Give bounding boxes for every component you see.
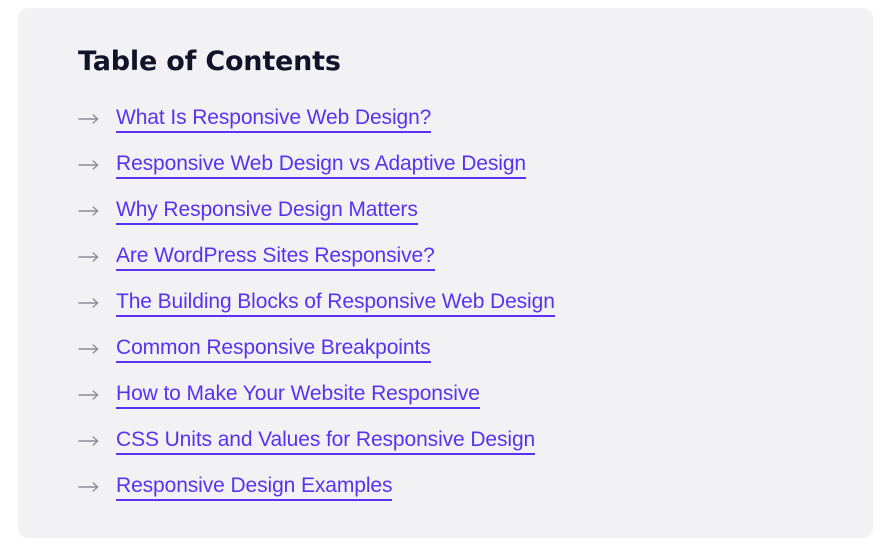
arrow-right-icon <box>78 205 116 217</box>
page-title: Table of Contents <box>78 46 341 77</box>
toc-link-what-is-responsive-web-design[interactable]: What Is Responsive Web Design? <box>116 106 431 133</box>
arrow-right-icon <box>78 113 116 125</box>
arrow-right-icon <box>78 389 116 401</box>
toc-link-css-units-and-values-for-responsive-design[interactable]: CSS Units and Values for Responsive Desi… <box>116 428 535 455</box>
toc-link-responsive-design-examples[interactable]: Responsive Design Examples <box>116 474 392 501</box>
table-of-contents-list: What Is Responsive Web Design? Responsiv… <box>78 96 833 510</box>
list-item: What Is Responsive Web Design? <box>78 96 833 142</box>
toc-link-are-wordpress-sites-responsive[interactable]: Are WordPress Sites Responsive? <box>116 244 435 271</box>
table-of-contents-card: Table of Contents What Is Responsive Web… <box>18 8 873 538</box>
page-root: Table of Contents What Is Responsive Web… <box>0 0 892 555</box>
toc-link-common-responsive-breakpoints[interactable]: Common Responsive Breakpoints <box>116 336 431 363</box>
arrow-right-icon <box>78 435 116 447</box>
arrow-right-icon <box>78 343 116 355</box>
list-item: Why Responsive Design Matters <box>78 188 833 234</box>
arrow-right-icon <box>78 159 116 171</box>
toc-link-the-building-blocks-of-responsive-web-design[interactable]: The Building Blocks of Responsive Web De… <box>116 290 555 317</box>
toc-link-responsive-web-design-vs-adaptive-design[interactable]: Responsive Web Design vs Adaptive Design <box>116 152 526 179</box>
arrow-right-icon <box>78 251 116 263</box>
list-item: Responsive Design Examples <box>78 464 833 510</box>
arrow-right-icon <box>78 481 116 493</box>
toc-link-how-to-make-your-website-responsive[interactable]: How to Make Your Website Responsive <box>116 382 480 409</box>
list-item: Are WordPress Sites Responsive? <box>78 234 833 280</box>
toc-link-why-responsive-design-matters[interactable]: Why Responsive Design Matters <box>116 198 418 225</box>
list-item: Common Responsive Breakpoints <box>78 326 833 372</box>
list-item: Responsive Web Design vs Adaptive Design <box>78 142 833 188</box>
arrow-right-icon <box>78 297 116 309</box>
list-item: The Building Blocks of Responsive Web De… <box>78 280 833 326</box>
list-item: How to Make Your Website Responsive <box>78 372 833 418</box>
list-item: CSS Units and Values for Responsive Desi… <box>78 418 833 464</box>
